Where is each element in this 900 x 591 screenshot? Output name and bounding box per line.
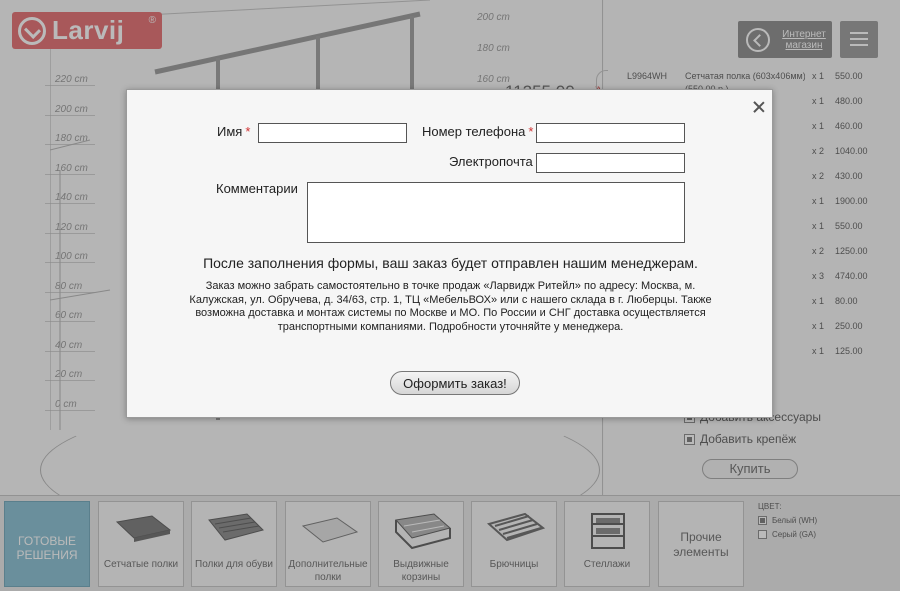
phone-label: Номер телефона * — [422, 124, 533, 139]
comment-textarea[interactable] — [307, 182, 685, 243]
required-mark: * — [245, 124, 251, 139]
name-label: Имя * — [217, 124, 250, 139]
email-input[interactable] — [536, 153, 685, 173]
pickup-info: Заказ можно забрать самостоятельно в точ… — [189, 280, 712, 333]
required-mark: * — [528, 124, 534, 139]
form-notice: После заполнения формы, ваш заказ будет … — [203, 255, 698, 271]
email-label: Электропочта — [449, 154, 533, 169]
order-form-dialog: Имя * Номер телефона * Электропочта Коммен… — [126, 89, 773, 418]
name-input[interactable] — [258, 123, 407, 143]
phone-input[interactable] — [536, 123, 685, 143]
phone-label-text: Номер телефона — [422, 124, 526, 139]
comment-label: Комментарии — [216, 181, 298, 196]
submit-order-button[interactable]: Оформить заказ! — [390, 371, 520, 395]
name-label-text: Имя — [217, 124, 243, 139]
close-icon[interactable] — [753, 101, 765, 113]
